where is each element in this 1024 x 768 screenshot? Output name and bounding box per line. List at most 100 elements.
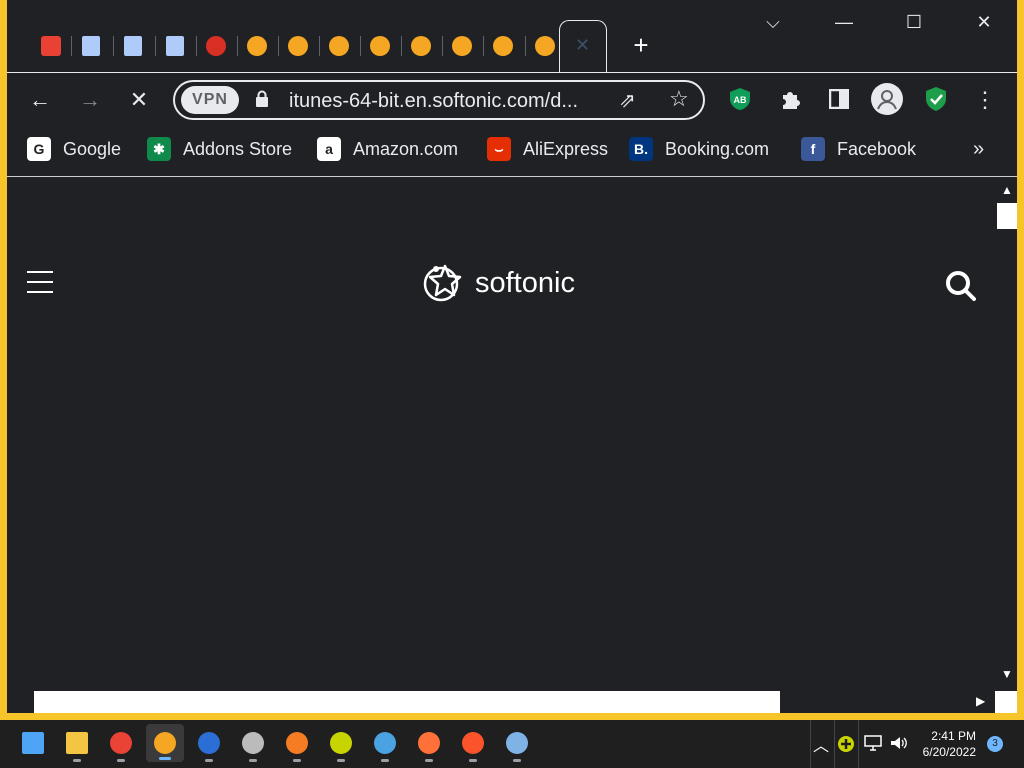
tab-browser-logo-icon[interactable] — [531, 32, 559, 60]
tab-browser-logo-icon[interactable] — [284, 32, 312, 60]
taskbar-start[interactable] — [20, 730, 46, 756]
vpn-toggle-button[interactable]: VPN — [181, 86, 239, 114]
taskbar-file-explorer[interactable] — [64, 730, 90, 762]
show-hidden-icons-chevron-icon[interactable]: ︿ — [813, 732, 829, 756]
profile-avatar-icon[interactable] — [871, 83, 903, 115]
stop-loading-button[interactable]: ✕ — [124, 85, 154, 115]
scroll-right-arrow[interactable]: ▶ — [976, 694, 985, 708]
running-indicator — [337, 759, 345, 762]
taskbar-search-app[interactable] — [504, 730, 530, 762]
taskbar-vpn-app[interactable] — [284, 730, 310, 762]
running-indicator — [469, 759, 477, 762]
running-indicator — [381, 759, 389, 762]
tab-browser-logo-icon[interactable] — [448, 32, 476, 60]
security-shield-icon — [198, 732, 220, 754]
extensions-puzzle-icon[interactable] — [779, 88, 801, 110]
scroll-down-arrow[interactable]: ▼ — [1001, 667, 1013, 681]
document-icon — [166, 36, 184, 56]
bookmark-star-icon[interactable]: ☆ — [669, 86, 689, 112]
tab-browser-logo-icon[interactable] — [489, 32, 517, 60]
browser-menu-button[interactable]: ⋮ — [970, 85, 1000, 115]
browser-active-icon — [154, 732, 176, 754]
address-bar[interactable]: VPN itunes-64-bit.en.softonic.com/d... ⇗… — [173, 80, 705, 120]
tray-plus-app-icon[interactable] — [837, 735, 855, 753]
bookmark-label: Google — [63, 138, 122, 159]
booking-icon: B. — [629, 137, 653, 161]
bookmark-addons-store[interactable]: ✱ Addons Store — [147, 136, 292, 162]
taskbar-bird-app[interactable] — [372, 730, 398, 762]
lock-icon[interactable] — [255, 90, 269, 108]
running-indicator — [425, 759, 433, 762]
tab-separator — [319, 36, 320, 56]
addons-store-icon: ✱ — [147, 137, 171, 161]
network-icon[interactable] — [864, 735, 882, 751]
web-page-content: softonic — [7, 177, 994, 713]
taskbar-brave[interactable] — [460, 730, 486, 762]
tab-store-icon[interactable] — [37, 32, 65, 60]
share-icon[interactable]: ⇗ — [619, 88, 636, 113]
notification-count-badge[interactable]: 3 — [987, 736, 1003, 752]
tab-browser-logo-icon[interactable] — [366, 32, 394, 60]
softonic-logo[interactable]: softonic — [423, 261, 575, 305]
running-indicator — [159, 757, 171, 760]
tab-browser-logo-icon[interactable] — [407, 32, 435, 60]
browser-window: ✕ + ⌵ — ☐ ✕ ← → ✕ VPN itunes-64-bit.en.s… — [7, 0, 1017, 713]
google-icon: G — [27, 137, 51, 161]
taskbar-chrome[interactable] — [108, 730, 134, 762]
vertical-scrollbar[interactable]: ▲ ▼ — [994, 177, 1017, 713]
minimize-button[interactable]: — — [829, 12, 859, 33]
active-tab[interactable]: ✕ — [559, 20, 607, 73]
bookmark-facebook[interactable]: f Facebook — [801, 136, 916, 162]
back-button[interactable]: ← — [25, 85, 55, 115]
tab-browser-logo-icon[interactable] — [243, 32, 271, 60]
tab-strip: ✕ + ⌵ — ☐ ✕ — [7, 0, 1017, 73]
taskbar-browser-active[interactable] — [146, 724, 184, 762]
tab-separator — [155, 36, 156, 56]
tab-close-icon[interactable]: ✕ — [575, 35, 590, 56]
running-indicator — [73, 759, 81, 762]
tab-separator — [483, 36, 484, 56]
scrollbar-corner — [995, 691, 1017, 713]
tab-search-dropdown-icon[interactable]: ⌵ — [758, 12, 788, 33]
tab-document-icon[interactable] — [161, 32, 189, 60]
forward-button[interactable]: → — [75, 85, 105, 115]
tab-document-icon[interactable] — [77, 32, 105, 60]
volume-icon[interactable] — [890, 735, 908, 751]
bookmark-google[interactable]: G Google — [27, 136, 121, 162]
taskbar-plus-app[interactable] — [328, 730, 354, 762]
plus-app-icon — [330, 732, 352, 754]
tab-separator — [442, 36, 443, 56]
more-bookmarks-button[interactable]: » — [973, 138, 984, 161]
close-window-button[interactable]: ✕ — [969, 12, 999, 33]
taskbar-scissors-app[interactable] — [240, 730, 266, 762]
tab-separator — [360, 36, 361, 56]
taskbar-security-shield[interactable] — [196, 730, 222, 762]
hamburger-menu-icon[interactable] — [27, 271, 53, 293]
tab-shield-icon[interactable] — [202, 32, 230, 60]
scissors-app-icon — [242, 732, 264, 754]
search-icon[interactable] — [945, 270, 977, 302]
vertical-scroll-thumb[interactable] — [997, 203, 1017, 229]
clock-time[interactable]: 2:41 PM — [920, 729, 976, 743]
bookmark-booking[interactable]: B. Booking.com — [629, 136, 769, 162]
bookmark-amazon[interactable]: a Amazon.com — [317, 136, 458, 162]
new-tab-button[interactable]: + — [627, 32, 655, 58]
taskbar-firefox[interactable] — [416, 730, 442, 762]
clock-date[interactable]: 6/20/2022 — [910, 745, 976, 759]
tab-document-icon[interactable] — [119, 32, 147, 60]
browser-logo-icon — [535, 36, 555, 56]
horizontal-scroll-thumb[interactable] — [34, 691, 780, 713]
adblock-extension-icon[interactable]: AB — [729, 87, 751, 111]
url-text[interactable]: itunes-64-bit.en.softonic.com/d... — [289, 90, 578, 113]
maximize-button[interactable]: ☐ — [899, 12, 929, 33]
bookmark-aliexpress[interactable]: ⌣ AliExpress — [487, 136, 608, 162]
tab-separator — [525, 36, 526, 56]
security-extension-icon[interactable] — [925, 86, 947, 112]
svg-text:AB: AB — [734, 95, 747, 105]
tab-separator — [278, 36, 279, 56]
scroll-up-arrow[interactable]: ▲ — [1001, 183, 1013, 197]
tab-browser-logo-icon[interactable] — [325, 32, 353, 60]
document-icon — [82, 36, 100, 56]
side-panel-icon[interactable] — [829, 89, 849, 109]
browser-logo-icon — [329, 36, 349, 56]
